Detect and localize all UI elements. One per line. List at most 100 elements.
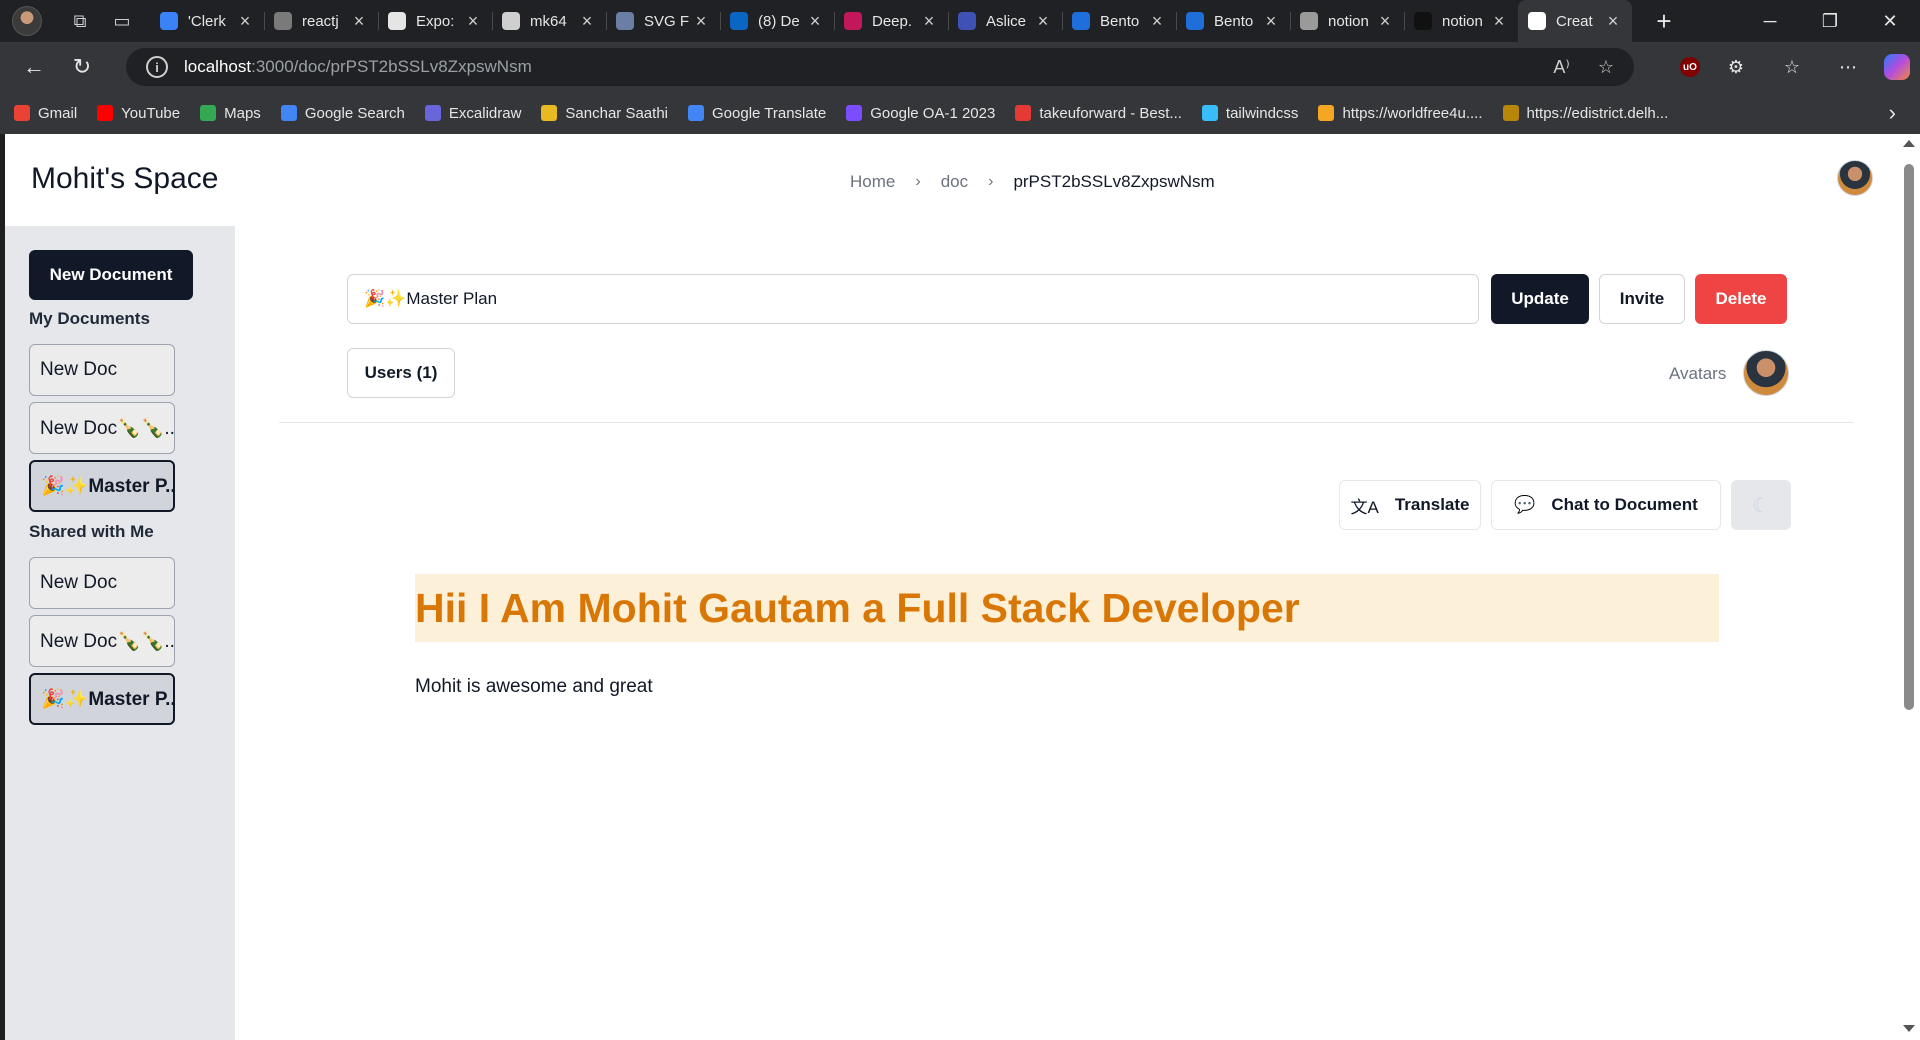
close-tab-icon[interactable]: × xyxy=(236,11,254,32)
collaborator-avatar[interactable] xyxy=(1743,350,1789,396)
shared-doc-item-active[interactable]: 🎉✨Master P... xyxy=(29,673,175,725)
bookmark-item[interactable]: Gmail xyxy=(14,105,77,122)
scroll-up-icon[interactable] xyxy=(1903,140,1915,147)
ublock-extension-icon[interactable]: uO xyxy=(1680,57,1700,77)
browser-tab[interactable]: Bento × xyxy=(1176,0,1290,42)
tab-favicon-icon xyxy=(1300,12,1318,30)
chat-bubble-icon: 💬 xyxy=(1514,495,1536,514)
favorite-star-icon[interactable]: ☆ xyxy=(1598,57,1614,78)
tab-favicon-icon xyxy=(1072,12,1090,30)
scroll-down-icon[interactable] xyxy=(1903,1025,1915,1032)
bookmark-item[interactable]: https://edistrict.delh... xyxy=(1502,105,1668,122)
close-window-icon[interactable]: ✕ xyxy=(1860,0,1920,42)
document-paragraph[interactable]: Mohit is awesome and great xyxy=(415,676,653,698)
bookmark-favicon-icon xyxy=(1015,105,1032,121)
new-document-button[interactable]: New Document xyxy=(29,250,193,300)
bookmark-item[interactable]: https://worldfree4u.... xyxy=(1318,105,1483,122)
close-tab-icon[interactable]: × xyxy=(464,11,482,32)
document-heading[interactable]: Hii I Am Mohit Gautam a Full Stack Devel… xyxy=(415,574,1719,642)
user-avatar[interactable] xyxy=(1837,160,1873,196)
update-button[interactable]: Update xyxy=(1491,274,1589,324)
close-tab-icon[interactable]: × xyxy=(1490,11,1508,32)
more-menu-icon[interactable]: ⋯ xyxy=(1828,47,1868,87)
close-tab-icon[interactable]: × xyxy=(806,11,824,32)
close-tab-icon[interactable]: × xyxy=(1148,11,1166,32)
document-title-input[interactable]: 🎉✨Master Plan xyxy=(347,274,1479,324)
bookmark-favicon-icon xyxy=(688,105,704,121)
delete-button[interactable]: Delete xyxy=(1695,274,1787,324)
shared-doc-item[interactable]: New Doc🍾🍾... xyxy=(29,615,175,667)
tab-title: Creat xyxy=(1556,12,1593,30)
favorites-icon[interactable]: ☆ xyxy=(1772,47,1812,87)
breadcrumb-home[interactable]: Home xyxy=(850,172,895,192)
bookmark-item[interactable]: Google Translate xyxy=(688,105,826,122)
back-icon[interactable]: ← xyxy=(14,47,54,87)
bookmark-label: tailwindcss xyxy=(1225,104,1299,122)
tab-favicon-icon xyxy=(730,12,748,30)
page-scrollbar[interactable] xyxy=(1898,134,1920,1040)
bookmark-item[interactable]: tailwindcss xyxy=(1201,104,1299,122)
copilot-icon[interactable] xyxy=(1884,54,1910,80)
workspaces-icon[interactable]: ⧉ xyxy=(62,3,98,39)
tab-actions-icon[interactable]: ▭ xyxy=(104,3,140,39)
browser-tab[interactable]: 'Clerk × xyxy=(150,0,264,42)
close-tab-icon[interactable]: × xyxy=(920,11,938,32)
read-aloud-icon[interactable]: A⁾ xyxy=(1553,57,1569,78)
browser-profile-avatar[interactable] xyxy=(12,6,42,36)
translate-button[interactable]: 文A Translate xyxy=(1339,480,1481,530)
my-doc-item-active[interactable]: 🎉✨Master P... xyxy=(29,460,175,512)
bookmark-item[interactable]: takeuforward - Best... xyxy=(1015,105,1182,122)
app-brand[interactable]: Mohit's Space xyxy=(31,162,219,196)
close-tab-icon[interactable]: × xyxy=(350,11,368,32)
close-tab-icon[interactable]: × xyxy=(1604,11,1622,32)
new-tab-button[interactable]: + xyxy=(1644,6,1684,37)
sidebar: New Document My Documents New Doc New Do… xyxy=(5,226,235,1040)
browser-tab[interactable]: Bento × xyxy=(1062,0,1176,42)
close-tab-icon[interactable]: × xyxy=(692,11,710,32)
bookmark-item[interactable]: Maps xyxy=(200,105,261,122)
dark-mode-toggle[interactable]: ☾ xyxy=(1731,480,1791,530)
address-url[interactable]: localhost:3000/doc/prPST2bSSLv8ZxpswNsm xyxy=(184,57,532,77)
bookmark-item[interactable]: Excalidraw xyxy=(424,104,522,122)
close-tab-icon[interactable]: × xyxy=(1262,11,1280,32)
tab-favicon-icon xyxy=(388,12,406,30)
close-tab-icon[interactable]: × xyxy=(1034,11,1052,32)
bookmark-label: Sanchar Saathi xyxy=(565,104,668,122)
bookmark-item[interactable]: Sanchar Saathi xyxy=(541,105,668,122)
site-info-icon[interactable]: i xyxy=(146,56,168,78)
browser-tab[interactable]: mk64 × xyxy=(492,0,606,42)
browser-tabs: 'Clerk × reactj × Expo: × mk64 × SVG F × (8) De × De… xyxy=(150,0,1632,42)
chat-to-document-button[interactable]: 💬 Chat to Document xyxy=(1491,480,1721,530)
tab-title: Deep. xyxy=(872,12,913,30)
bookmark-item[interactable]: Google Search xyxy=(280,105,405,122)
close-tab-icon[interactable]: × xyxy=(1376,11,1394,32)
minimize-icon[interactable]: ─ xyxy=(1740,0,1800,42)
scrollbar-thumb[interactable] xyxy=(1904,164,1914,710)
shared-doc-item[interactable]: New Doc xyxy=(29,557,175,609)
reload-icon[interactable]: ↻ xyxy=(62,47,102,87)
browser-tab[interactable]: (8) De × xyxy=(720,0,834,42)
invite-button[interactable]: Invite xyxy=(1599,274,1685,324)
breadcrumb-doc[interactable]: doc xyxy=(941,172,968,192)
browser-tab[interactable]: notion × xyxy=(1290,0,1404,42)
browser-tab[interactable]: Aslice × xyxy=(948,0,1062,42)
browser-tab[interactable]: Creat × xyxy=(1518,0,1632,42)
address-bar[interactable]: i localhost:3000/doc/prPST2bSSLv8ZxpswNs… xyxy=(126,48,1634,86)
restore-icon[interactable]: ❐ xyxy=(1800,0,1860,42)
bookmark-item[interactable]: Google OA-1 2023 xyxy=(846,105,995,122)
bookmark-item[interactable]: YouTube xyxy=(97,105,180,122)
browser-tab[interactable]: Expo: × xyxy=(378,0,492,42)
chevron-right-icon: › xyxy=(915,173,921,190)
close-tab-icon[interactable]: × xyxy=(578,11,596,32)
my-doc-item[interactable]: New Doc xyxy=(29,344,175,396)
browser-tab[interactable]: notion × xyxy=(1404,0,1518,42)
users-button[interactable]: Users (1) xyxy=(347,348,455,398)
my-doc-item[interactable]: New Doc🍾🍾... xyxy=(29,402,175,454)
bookmark-label: Excalidraw xyxy=(448,104,522,122)
bookmarks-overflow-icon[interactable]: › xyxy=(1889,100,1896,126)
browser-tab[interactable]: reactj × xyxy=(264,0,378,42)
browser-tab[interactable]: Deep. × xyxy=(834,0,948,42)
extensions-icon[interactable]: ⚙ xyxy=(1716,47,1756,87)
bookmark-favicon-icon xyxy=(846,105,863,121)
browser-tab[interactable]: SVG F × xyxy=(606,0,720,42)
